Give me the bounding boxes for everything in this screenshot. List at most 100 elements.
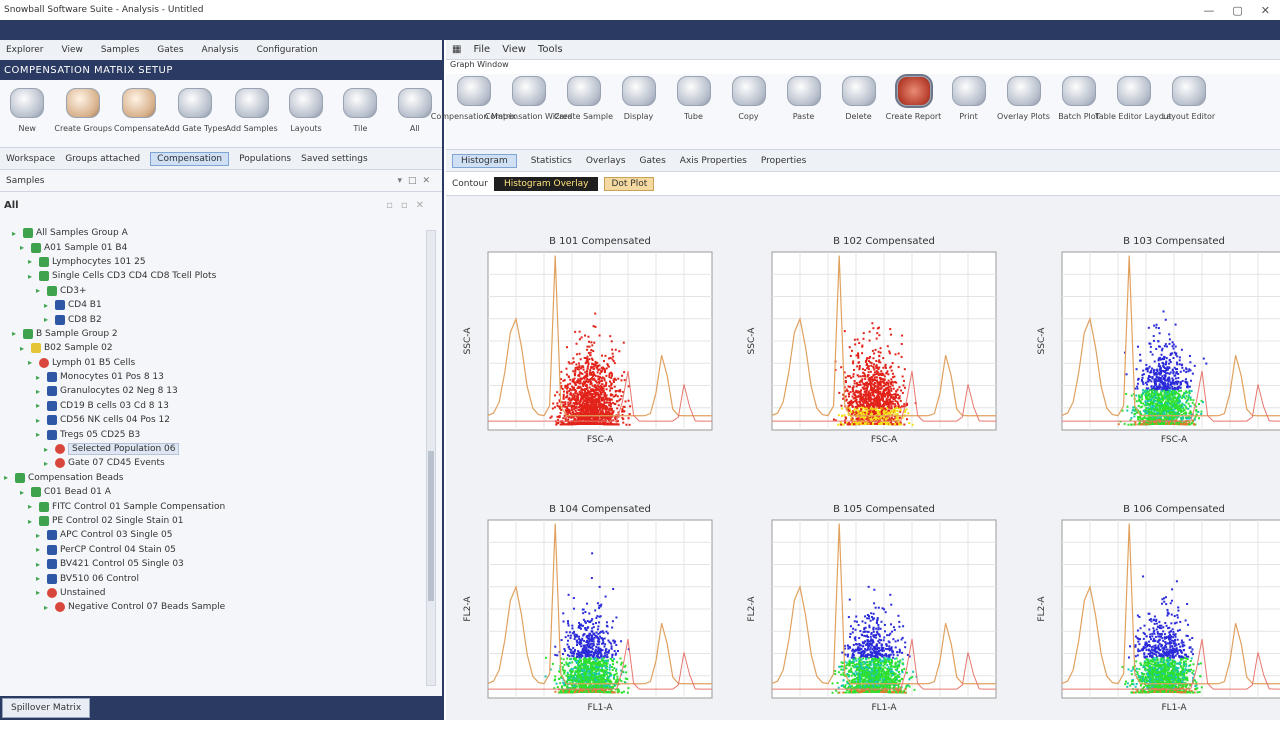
left-ribbon-button[interactable]: All [388, 88, 442, 133]
spillover-matrix-tab[interactable]: Spillover Matrix [2, 698, 90, 718]
left-ribbon-button[interactable]: Add Gate Types [166, 88, 224, 133]
left-menu-item[interactable]: View [61, 45, 82, 55]
left-ribbon-button[interactable]: Create Groups [54, 88, 112, 133]
expand-toggle-icon[interactable]: ▸ [44, 315, 52, 324]
minimize-button[interactable]: — [1203, 4, 1214, 17]
left-menu-item[interactable]: Analysis [202, 45, 239, 55]
toolbar-item-compensation[interactable]: Compensation [150, 152, 229, 166]
toolbar-item-populations[interactable]: Populations [239, 154, 291, 164]
left-menu-item[interactable]: Gates [157, 45, 183, 55]
expand-toggle-icon[interactable]: ▸ [36, 560, 44, 569]
left-ribbon-button[interactable]: Add Samples [224, 88, 278, 133]
expand-toggle-icon[interactable]: ▸ [36, 588, 44, 597]
expand-toggle-icon[interactable]: ▸ [44, 445, 52, 454]
tree-item[interactable]: ▸Lymph 01 B5 Cells [0, 356, 426, 370]
tree-item[interactable]: ▸C01 Bead 01 A [0, 485, 426, 499]
expand-toggle-icon[interactable]: ▸ [44, 301, 52, 310]
tree-item[interactable]: ▸CD56 NK cells 04 Pos 12 [0, 413, 426, 427]
scrollbar-thumb[interactable] [428, 451, 434, 601]
toolbar-item-saved[interactable]: Saved settings [301, 154, 368, 164]
tab-histogram-overlay[interactable]: Histogram Overlay [494, 177, 599, 191]
tree-item[interactable]: ▸B Sample Group 2 [0, 327, 426, 341]
expand-toggle-icon[interactable]: ▸ [36, 430, 44, 439]
expand-toggle-icon[interactable]: ▸ [36, 387, 44, 396]
right-ribbon-button[interactable]: Copy [721, 76, 776, 121]
right-ribbon-button[interactable]: Compensation Wizard [501, 76, 556, 121]
tree-item[interactable]: ▸CD8 B2 [0, 312, 426, 326]
tree-item[interactable]: ▸CD19 B cells 03 Cd 8 13 [0, 399, 426, 413]
right-menu-item[interactable]: View [502, 44, 526, 55]
tree-item[interactable]: ▸All Samples Group A [0, 226, 426, 240]
expand-toggle-icon[interactable]: ▸ [20, 488, 28, 497]
right-toolbar-item[interactable]: Axis Properties [680, 156, 747, 166]
tree-item[interactable]: ▸FITC Control 01 Sample Compensation [0, 499, 426, 513]
left-ribbon-button[interactable]: New [0, 88, 54, 133]
left-menu-item[interactable]: Configuration [257, 45, 318, 55]
tree-item[interactable]: ▸APC Control 03 Single 05 [0, 528, 426, 542]
expand-toggle-icon[interactable]: ▸ [44, 459, 52, 468]
panel-controls[interactable]: ▾□✕ [397, 176, 442, 186]
tree-item[interactable]: ▸BV421 Control 05 Single 03 [0, 557, 426, 571]
expand-toggle-icon[interactable]: ▸ [36, 286, 44, 295]
right-toolbar-item[interactable]: Gates [640, 156, 666, 166]
right-ribbon-button[interactable]: Layout Editor [1161, 76, 1216, 121]
tree-item[interactable]: ▸Selected Population 06 [0, 442, 426, 456]
toolbar-item-workspace[interactable]: Workspace [6, 154, 55, 164]
right-ribbon-button[interactable]: Table Editor Layout [1106, 76, 1161, 121]
dot-plot[interactable]: B 102 CompensatedFSC-ASSC-A [744, 232, 1004, 470]
right-ribbon-button[interactable]: Tube [666, 76, 721, 121]
expand-toggle-icon[interactable]: ▸ [36, 416, 44, 425]
left-ribbon-button[interactable]: Tile [333, 88, 387, 133]
right-toolbar-item[interactable]: Properties [761, 156, 806, 166]
expand-toggle-icon[interactable]: ▸ [28, 257, 36, 266]
tree-scrollbar[interactable] [426, 230, 436, 686]
tree-item[interactable]: ▸CD3+ [0, 284, 426, 298]
tree-item[interactable]: ▸A01 Sample 01 B4 [0, 240, 426, 254]
toolbar-item-groups[interactable]: Groups attached [65, 154, 140, 164]
right-ribbon-button[interactable]: Display [611, 76, 666, 121]
expand-toggle-icon[interactable]: ▸ [36, 574, 44, 583]
right-menu-item[interactable]: File [473, 44, 490, 55]
tree-item[interactable]: ▸Tregs 05 CD25 B3 [0, 427, 426, 441]
left-menu-item[interactable]: Explorer [6, 45, 43, 55]
expand-toggle-icon[interactable]: ▸ [4, 473, 12, 482]
tab-contour[interactable]: Contour [452, 179, 488, 189]
right-ribbon-button[interactable]: Create Report [886, 76, 941, 121]
tree-item[interactable]: ▸Gate 07 CD45 Events [0, 456, 426, 470]
tree-item[interactable]: ▸Compensation Beads [0, 471, 426, 485]
expand-toggle-icon[interactable]: ▸ [36, 531, 44, 540]
expand-toggle-icon[interactable]: ▸ [36, 401, 44, 410]
left-menu-item[interactable]: Samples [101, 45, 139, 55]
tree-item[interactable]: ▸PE Control 02 Single Stain 01 [0, 514, 426, 528]
tree-item[interactable]: ▸PerCP Control 04 Stain 05 [0, 543, 426, 557]
right-ribbon-button[interactable]: Overlay Plots [996, 76, 1051, 121]
tab-dot-plot[interactable]: Dot Plot [604, 177, 654, 191]
dot-plot[interactable]: B 103 CompensatedFSC-ASSC-A [1034, 232, 1280, 470]
right-toolbar-item[interactable]: Statistics [531, 156, 572, 166]
left-ribbon-button[interactable]: Compensate [112, 88, 166, 133]
tree-item[interactable]: ▸Granulocytes 02 Neg 8 13 [0, 384, 426, 398]
expand-toggle-icon[interactable]: ▸ [36, 373, 44, 382]
expand-toggle-icon[interactable]: ▸ [28, 272, 36, 281]
tree-item[interactable]: ▸Single Cells CD3 CD4 CD8 Tcell Plots [0, 269, 426, 283]
maximize-button[interactable]: ▢ [1232, 4, 1242, 17]
tree-item[interactable]: ▸Monocytes 01 Pos 8 13 [0, 370, 426, 384]
expand-toggle-icon[interactable]: ▸ [20, 344, 28, 353]
right-ribbon-button[interactable]: Paste [776, 76, 831, 121]
toolbar-item-histogram[interactable]: Histogram [452, 154, 517, 168]
expand-toggle-icon[interactable]: ▸ [28, 502, 36, 511]
right-ribbon-button[interactable]: Delete [831, 76, 886, 121]
expand-toggle-icon[interactable]: ▸ [12, 229, 20, 238]
expand-toggle-icon[interactable]: ▸ [20, 243, 28, 252]
tree-item[interactable]: ▸CD4 B1 [0, 298, 426, 312]
right-ribbon-button[interactable]: Create Sample [556, 76, 611, 121]
expand-toggle-icon[interactable]: ▸ [36, 545, 44, 554]
right-menu-item[interactable]: Tools [538, 44, 563, 55]
expand-toggle-icon[interactable]: ▸ [44, 603, 52, 612]
right-ribbon-button[interactable]: Print [941, 76, 996, 121]
expand-toggle-icon[interactable]: ▸ [28, 358, 36, 367]
tree-item[interactable]: ▸Negative Control 07 Beads Sample [0, 600, 426, 614]
tree-item[interactable]: ▸BV510 06 Control [0, 571, 426, 585]
dot-plot[interactable]: B 101 CompensatedFSC-ASSC-A [460, 232, 720, 470]
tree-item[interactable]: ▸B02 Sample 02 [0, 341, 426, 355]
